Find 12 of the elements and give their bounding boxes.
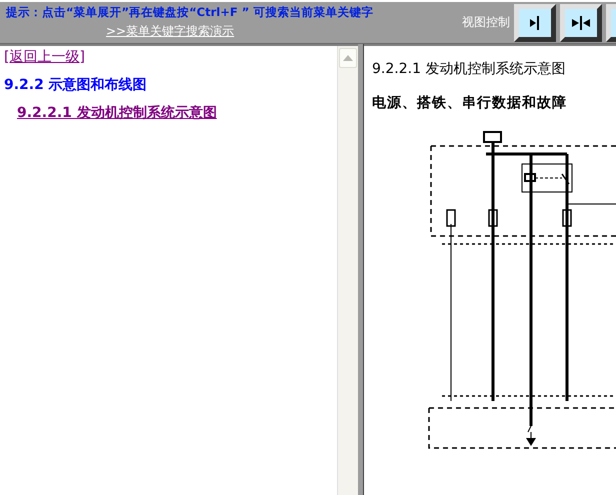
view-control-label: 视图控制 [462, 14, 510, 31]
back-link[interactable]: [返回上一级] [4, 48, 85, 66]
scrollbar[interactable] [337, 46, 358, 495]
view-button[interactable] [560, 4, 602, 42]
hint-text: 提示：点击“菜单展开”再在键盘按“Ctrl+F ” 可搜索当前菜单关键字 [6, 5, 374, 20]
page-title: 9.2.2.1 发动机控制系统示意图 [372, 60, 566, 78]
caret-up-icon [343, 55, 353, 61]
diagram-heading: 电源、搭铁、串行数据和故障 [372, 94, 568, 112]
nav-link[interactable]: 9.2.2.1 发动机控制系统示意图 [17, 104, 217, 122]
view-button[interactable] [514, 4, 556, 42]
converging-arrows-icon [570, 14, 592, 32]
section-heading: 9.2.2 示意图和布线图 [4, 76, 147, 94]
